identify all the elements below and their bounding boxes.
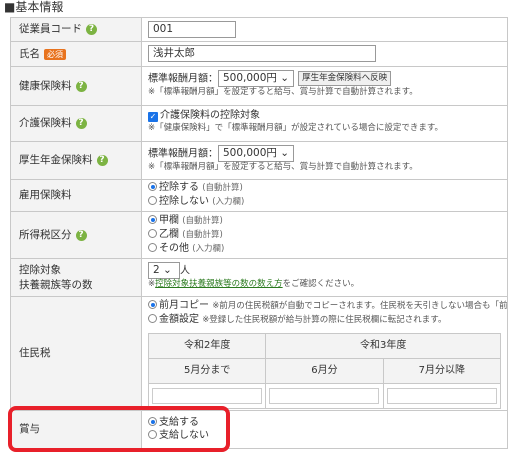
resident-tax-table: 令和2年度 令和3年度 5月分まで 6月分 7月分以降 <box>147 333 502 409</box>
radio-icon <box>148 215 157 224</box>
col-may: 5月分まで <box>147 358 267 384</box>
tax-opt1[interactable]: 甲欄 (自動計算) <box>148 214 501 228</box>
health-note: ※「標準報酬月額」を設定すると給与、賞与計算で自動計算されます。 <box>148 87 418 97</box>
pension-sel-label: 標準報酬月額： <box>148 148 218 160</box>
dependents-label-2: 扶養親族等の数 <box>19 278 93 291</box>
tax-opt2[interactable]: 乙欄 (自動計算) <box>148 228 501 242</box>
chevron-down-icon: ⌄ <box>280 72 290 84</box>
dependents-help-link[interactable]: 控除対象扶養親族等の数の数え方 <box>155 279 283 289</box>
required-badge: 必須 <box>44 48 66 60</box>
header-r2: 令和2年度 <box>147 333 267 359</box>
june-input[interactable] <box>269 388 380 404</box>
pension-label: 厚生年金保険料 <box>19 154 93 166</box>
employment-opt1[interactable]: 控除する (自動計算) <box>148 181 501 195</box>
row-income-tax: 所得税区分? 甲欄 (自動計算) 乙欄 (自動計算) その他 (入力欄) <box>10 212 508 259</box>
name-input[interactable]: 浅井太郎 <box>148 45 376 62</box>
bonus-opt2[interactable]: 支給しない <box>148 429 501 442</box>
row-health-insurance: 健康保険料? 標準報酬月額： 500,000円 ⌄ 厚生年金保険料へ反映 ※「標準報… <box>10 67 508 106</box>
care-checkbox[interactable]: ✓ <box>148 112 158 122</box>
radio-icon <box>148 430 157 439</box>
dependents-unit: 人 <box>180 265 190 277</box>
dependents-select[interactable]: 2 ⌄ <box>148 262 180 279</box>
employee-code-label: 従業員コード <box>19 23 82 35</box>
row-care-insurance: 介護保険料? ✓ 介護保険料の控除対象 ※「健康保険料」で「標準報酬月額」が設定さ… <box>10 106 508 142</box>
help-icon[interactable]: ? <box>96 155 108 166</box>
radio-icon <box>148 300 157 309</box>
dependents-label-1: 控除対象 <box>19 263 61 276</box>
row-pension: 厚生年金保険料? 標準報酬月額： 500,000円 ⌄ ※「標準報酬月額」を設定す… <box>10 142 508 180</box>
row-resident-tax: 住民税 前月コピー ※前月の住民税額が自動でコピーされます。住民税を天引きしない… <box>10 297 508 411</box>
tax-opt3[interactable]: その他 (入力欄) <box>148 242 501 256</box>
care-check-label: 介護保険料の控除対象 <box>160 110 260 121</box>
health-salary-select[interactable]: 500,000円 ⌄ <box>218 70 295 87</box>
employment-opt2[interactable]: 控除しない (入力欄) <box>148 195 501 209</box>
help-icon[interactable]: ? <box>75 118 87 129</box>
chevron-down-icon: ⌄ <box>280 147 290 159</box>
col-july: 7月分以降 <box>382 358 502 384</box>
row-employment-insurance: 雇用保険料 控除する (自動計算) 控除しない (入力欄) <box>10 180 508 212</box>
help-icon[interactable]: ? <box>75 80 87 92</box>
help-icon[interactable]: ? <box>75 229 87 241</box>
resident-label: 住民税 <box>19 347 51 359</box>
name-label: 氏名 <box>19 47 40 60</box>
pension-salary-select[interactable]: 500,000円 ⌄ <box>218 145 295 162</box>
row-employee-code: 従業員コード? 001 <box>10 17 508 42</box>
section-title: ■基本情報 <box>4 0 64 14</box>
tax-label: 所得税区分 <box>19 228 72 241</box>
care-note: ※「健康保険料」で「標準報酬月額」が設定されている場合に設定できます。 <box>148 123 444 133</box>
july-input[interactable] <box>386 388 497 404</box>
radio-icon <box>148 243 157 252</box>
radio-icon <box>148 417 157 426</box>
col-june: 6月分 <box>265 358 384 384</box>
radio-icon <box>148 314 157 323</box>
header-r3: 令和3年度 <box>265 333 501 359</box>
bonus-label: 賞与 <box>19 423 40 435</box>
radio-icon <box>148 182 157 191</box>
pension-note: ※「標準報酬月額」を設定すると給与、賞与計算で自動計算されます。 <box>148 162 418 172</box>
employee-code-input[interactable]: 001 <box>148 21 236 38</box>
care-label: 介護保険料 <box>19 117 72 129</box>
row-dependents: 控除対象 扶養親族等の数 2 ⌄ 人 ※控除対象扶養親族等の数の数え方をご確認くだ… <box>10 259 508 297</box>
chevron-down-icon: ⌄ <box>163 264 172 276</box>
bonus-opt1[interactable]: 支給する <box>148 416 501 429</box>
radio-icon <box>148 196 157 205</box>
resident-opt2[interactable]: 金額設定 ※登録した住民税額が給与計算の際に住民税欄に転記されます。 <box>148 313 501 327</box>
row-bonus: 賞与 支給する 支給しない <box>10 411 508 449</box>
resident-opt1[interactable]: 前月コピー ※前月の住民税額が自動でコピーされます。住民税を天引きしない場合も「… <box>148 299 507 313</box>
help-icon[interactable]: ? <box>86 24 97 35</box>
employment-label: 雇用保険料 <box>19 189 72 201</box>
radio-icon <box>148 229 157 238</box>
reflect-pension-button[interactable]: 厚生年金保険料へ反映 <box>298 71 392 86</box>
row-name: 氏名 必須 浅井太郎 <box>10 42 508 67</box>
health-label: 健康保険料 <box>19 79 72 92</box>
may-input[interactable] <box>152 388 263 404</box>
health-sel-label: 標準報酬月額： <box>148 73 218 85</box>
